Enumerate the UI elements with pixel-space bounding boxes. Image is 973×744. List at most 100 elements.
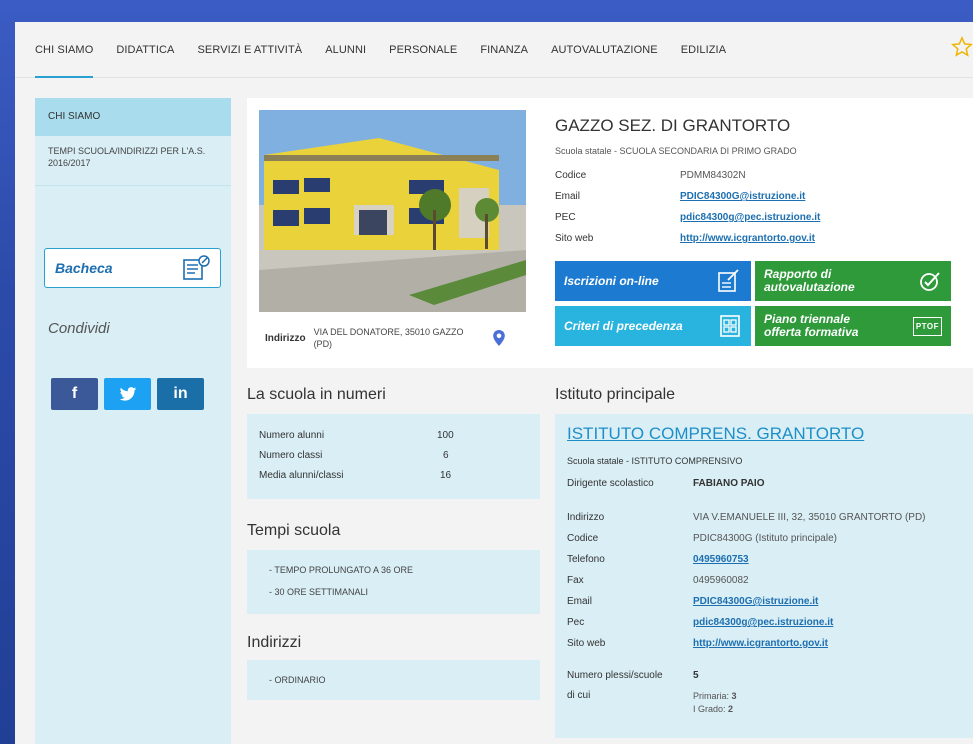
principale-field-fax: Fax 0495960082 xyxy=(567,575,749,586)
field-label: Sito web xyxy=(567,638,606,649)
nav-didattica[interactable]: DIDATTICA xyxy=(116,22,174,78)
indirizzi-box: - ORDINARIO xyxy=(247,660,540,700)
field-label: di cui xyxy=(567,690,591,701)
field-label: Codice xyxy=(555,170,587,181)
star-icon[interactable] xyxy=(951,36,973,58)
nav-chi-siamo[interactable]: CHI SIAMO xyxy=(35,22,94,78)
iscrizioni-online-button[interactable]: Iscrizioni on-line xyxy=(555,261,751,301)
principale-field-telefono: Telefono 0495960753 xyxy=(567,554,749,565)
field-label: Indirizzo xyxy=(567,512,605,523)
dicui-values: Primaria: 3 I Grado: 2 xyxy=(693,690,737,716)
dicui-row: di cui Primaria: 3 I Grado: 2 xyxy=(567,690,737,716)
facebook-button[interactable]: f xyxy=(51,378,98,410)
sidebar-header[interactable]: CHI SIAMO xyxy=(35,98,231,136)
numeri-row-value: 100 xyxy=(437,430,454,441)
linkedin-button[interactable]: in xyxy=(157,378,204,410)
numeri-box: Numero alunni 100 Numero classi 6 Media … xyxy=(247,414,540,499)
list-item: - 30 ORE SETTIMANALI xyxy=(269,587,369,597)
field-label: Telefono xyxy=(567,554,605,565)
list-item: - ORDINARIO xyxy=(269,675,326,685)
school-title: GAZZO SEZ. DI GRANTORTO xyxy=(555,116,791,135)
website-link[interactable]: http://www.icgrantorto.gov.it xyxy=(680,233,815,244)
principale-field-sito: Sito web http://www.icgrantorto.gov.it xyxy=(567,638,828,649)
share-label: Condividi xyxy=(48,320,110,337)
email-link[interactable]: PDIC84300G@istruzione.it xyxy=(680,191,805,202)
principale-field-email: Email PDIC84300G@istruzione.it xyxy=(567,596,818,607)
rapporto-label: Rapporto di autovalutazione xyxy=(764,268,855,294)
criteri-label: Criteri di precedenza xyxy=(564,318,683,333)
tempi-title: Tempi scuola xyxy=(247,522,341,539)
school-field-pec: PEC pdic84300g@pec.istruzione.it xyxy=(555,212,820,223)
social-buttons: f in xyxy=(51,378,204,410)
twitter-button[interactable] xyxy=(104,378,151,410)
school-subtitle: Scuola statale - SCUOLA SECONDARIA DI PR… xyxy=(555,146,797,156)
field-label: Sito web xyxy=(555,233,594,244)
field-label: PEC xyxy=(555,212,576,223)
criteri-precedenza-button[interactable]: Criteri di precedenza xyxy=(555,306,751,346)
nav-servizi-attivita[interactable]: SERVIZI E ATTIVITÀ xyxy=(198,22,303,78)
principale-name-link[interactable]: ISTITUTO COMPRENS. GRANTORTO xyxy=(567,424,864,444)
email-link[interactable]: PDIC84300G@istruzione.it xyxy=(693,596,818,607)
pec-link[interactable]: pdic84300g@pec.istruzione.it xyxy=(680,212,820,223)
bacheca-label: Bacheca xyxy=(55,260,113,276)
nav-edilizia[interactable]: EDILIZIA xyxy=(681,22,726,78)
rapporto-line-2: autovalutazione xyxy=(764,280,855,294)
website-link[interactable]: http://www.icgrantorto.gov.it xyxy=(693,638,828,649)
facebook-icon: f xyxy=(71,385,78,402)
nav-alunni[interactable]: ALUNNI xyxy=(325,22,366,78)
numeri-title: La scuola in numeri xyxy=(247,386,386,403)
field-label: Codice xyxy=(567,533,599,544)
principale-section-title: Istituto principale xyxy=(555,386,676,403)
iscrizioni-label: Iscrizioni on-line xyxy=(564,273,659,288)
address-value: VIA DEL DONATORE, 35010 GAZZO (PD) xyxy=(313,327,464,349)
school-field-sito: Sito web http://www.icgrantorto.gov.it xyxy=(555,233,815,244)
field-label: Email xyxy=(555,191,581,202)
address-label: Indirizzo xyxy=(265,332,306,344)
linkedin-icon: in xyxy=(173,385,188,402)
nav-finanza[interactable]: FINANZA xyxy=(480,22,528,78)
field-label: Numero plessi/scuole xyxy=(567,670,663,681)
list-item: - TEMPO PROLUNGATO A 36 ORE xyxy=(269,565,414,575)
nav-personale[interactable]: PERSONALE xyxy=(389,22,457,78)
numeri-row-label: Numero alunni xyxy=(259,430,325,441)
numeri-row-value: 16 xyxy=(440,470,452,481)
field-value: 0495960082 xyxy=(693,575,749,586)
school-photo xyxy=(259,110,526,312)
top-nav: CHI SIAMO DIDATTICA SERVIZI E ATTIVITÀ A… xyxy=(15,22,973,78)
map-pin-icon[interactable] xyxy=(492,329,506,347)
sidebar: CHI SIAMO TEMPI SCUOLA/INDIRIZZI PER L'A… xyxy=(35,98,231,744)
school-field-email: Email PDIC84300G@istruzione.it xyxy=(555,191,805,202)
school-address: Indirizzo VIA DEL DONATORE, 35010 GAZZO … xyxy=(265,326,525,350)
checklist-icon xyxy=(720,315,740,337)
phone-link[interactable]: 0495960753 xyxy=(693,554,749,565)
rapporto-line-1: Rapporto di xyxy=(764,267,832,281)
field-value: PDIC84300G (Istituto principale) xyxy=(693,533,837,544)
piano-triennale-button[interactable]: Piano triennale offerta formativa PTOF xyxy=(755,306,951,346)
ptof-icon: PTOF xyxy=(912,316,942,336)
grado-label: I Grado: xyxy=(693,704,726,714)
piano-line-1: Piano triennale xyxy=(764,312,851,326)
school-card: Indirizzo VIA DEL DONATORE, 35010 GAZZO … xyxy=(247,98,973,368)
plessi-row: Numero plessi/scuole 5 xyxy=(567,670,699,681)
principale-field-pec: Pec pdic84300g@pec.istruzione.it xyxy=(567,617,833,628)
field-label: Dirigente scolastico xyxy=(567,478,654,489)
twitter-icon xyxy=(119,386,136,401)
field-label: Fax xyxy=(567,575,584,586)
field-value: FABIANO PAIO xyxy=(693,478,765,489)
sidebar-item-tempi-scuola[interactable]: TEMPI SCUOLA/INDIRIZZI PER L'A.S. 2016/2… xyxy=(35,136,231,186)
nav-autovalutazione[interactable]: AUTOVALUTAZIONE xyxy=(551,22,658,78)
tempi-box: - TEMPO PROLUNGATO A 36 ORE - 30 ORE SET… xyxy=(247,550,540,614)
school-info-pane: GAZZO SEZ. DI GRANTORTO Scuola statale -… xyxy=(533,98,973,368)
numeri-row-value: 6 xyxy=(443,450,449,461)
piano-label: Piano triennale offerta formativa xyxy=(764,313,858,339)
field-value: PDMM84302N xyxy=(680,170,746,181)
rapporto-autovalutazione-button[interactable]: Rapporto di autovalutazione xyxy=(755,261,951,301)
dirigente-row: Dirigente scolastico FABIANO PAIO xyxy=(567,478,764,489)
field-label: Email xyxy=(567,596,593,607)
check-badge-icon xyxy=(920,272,940,291)
field-label: Pec xyxy=(567,617,585,628)
bacheca-button[interactable]: Bacheca xyxy=(44,248,221,288)
notice-board-icon xyxy=(183,255,210,280)
form-edit-icon xyxy=(718,269,739,292)
pec-link[interactable]: pdic84300g@pec.istruzione.it xyxy=(693,617,833,628)
